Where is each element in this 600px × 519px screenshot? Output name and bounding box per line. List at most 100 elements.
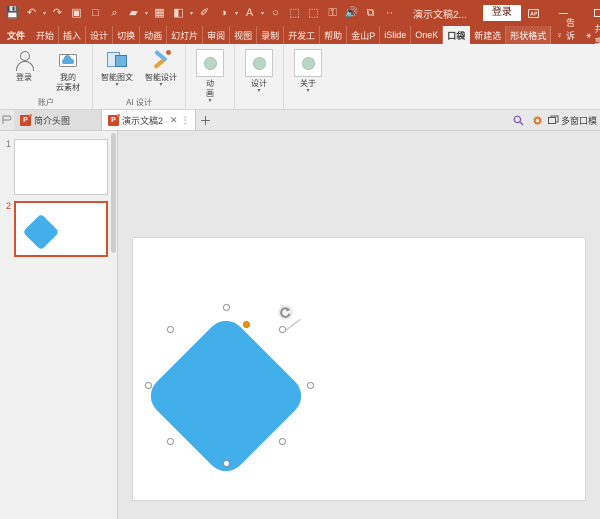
plugin-circle-icon xyxy=(245,49,273,77)
document-tab-1[interactable]: P演示文稿2✕⋮ xyxy=(102,110,196,130)
ribbon-tab-14[interactable]: OneK xyxy=(411,26,443,44)
resize-handle-top[interactable] xyxy=(223,304,230,311)
document-tab-menu-icon[interactable]: ⋮ xyxy=(181,115,189,126)
ribbon-tab-label: 动画 xyxy=(144,29,162,42)
group-icon[interactable]: ⬚ xyxy=(285,2,304,24)
font-color-icon-dropdown[interactable]: ▾ xyxy=(259,2,266,24)
slide-thumbnail[interactable] xyxy=(14,139,108,195)
ribbon-tab-8[interactable]: 视图 xyxy=(230,26,257,44)
resize-handle-bottom-left[interactable] xyxy=(167,438,174,445)
resize-handle-bottom[interactable] xyxy=(223,460,230,467)
ribbon-tab-3[interactable]: 设计 xyxy=(86,26,113,44)
multiwindow-mode-button[interactable]: 多窗口模 xyxy=(548,114,597,127)
align-icon[interactable]: ⬚ xyxy=(304,2,323,24)
ribbon-tab-5[interactable]: 动画 xyxy=(140,26,167,44)
lock-icon[interactable]: ⚿ xyxy=(323,2,342,24)
ribbon-button-ai-design-0[interactable]: 智能图文▾ xyxy=(95,47,139,88)
ribbon-button-dropdown[interactable]: ▾ xyxy=(306,89,309,94)
undo-icon-dropdown[interactable]: ▾ xyxy=(41,2,48,24)
search-icon[interactable] xyxy=(510,115,527,126)
login-button[interactable]: 登录 xyxy=(483,5,521,21)
slide-thumbnail-row-2[interactable]: 2 xyxy=(0,201,117,257)
new-slide-icon[interactable]: □ xyxy=(86,2,105,24)
ribbon-tab-6[interactable]: 幻灯片 xyxy=(167,26,203,44)
resize-handle-top-left[interactable] xyxy=(167,326,174,333)
ribbon-tab-12[interactable]: 金山P xyxy=(347,26,380,44)
font-color-icon[interactable]: A xyxy=(240,2,259,24)
ribbon-tab-7[interactable]: 审阅 xyxy=(203,26,230,44)
open-icon-dropdown[interactable]: ▾ xyxy=(143,2,150,24)
new-document-tab-button[interactable]: ＋ xyxy=(196,110,216,130)
ribbon-button-design-0[interactable]: 设计▾ xyxy=(237,47,281,94)
ribbon-button-dropdown[interactable]: ▾ xyxy=(115,83,118,88)
table-icon[interactable]: ▦ xyxy=(150,2,169,24)
oval-icon-glyph: ○ xyxy=(272,8,279,19)
slide-thumbnail-panel[interactable]: 12 xyxy=(0,131,118,519)
redo-icon[interactable]: ↷ xyxy=(48,2,67,24)
ribbon-button-dropdown[interactable]: ▾ xyxy=(159,83,162,88)
align-icon-glyph: ⬚ xyxy=(308,8,318,19)
ribbon-tab-label: 新建选 xyxy=(474,29,501,42)
document-tab-0[interactable]: P简介头图 xyxy=(14,110,102,130)
resize-handle-bottom-right[interactable] xyxy=(279,438,286,445)
slide-edit-area[interactable] xyxy=(118,131,600,519)
resize-handle-left[interactable] xyxy=(145,382,152,389)
save-icon[interactable]: 💾 xyxy=(3,2,22,24)
ribbon-button-about-0[interactable]: 关于▾ xyxy=(286,47,330,94)
ribbon-button-account-0[interactable]: 登录 xyxy=(2,47,46,83)
ribbon-button-dropdown[interactable]: ▾ xyxy=(257,89,260,94)
thumbnail-scrollbar-thumb[interactable] xyxy=(111,133,116,253)
ribbon-tab-13[interactable]: iSlide xyxy=(380,26,411,44)
ribbon-tab-9[interactable]: 录制 xyxy=(257,26,284,44)
copy-icon[interactable]: ⧉ xyxy=(361,2,380,24)
ribbon-group-items: 关于▾ xyxy=(286,44,330,96)
quick-access-toolbar: 💾↶▾↷▣□⌕▰▾▦◧▾✐◑▾A▾○⬚⬚⚿🔊⧉·· xyxy=(0,0,399,26)
ribbon-button-ai-design-1[interactable]: 智能设计▾ xyxy=(139,47,183,88)
resize-handle-right[interactable] xyxy=(307,382,314,389)
minimize-button[interactable] xyxy=(547,0,581,26)
more-commands-icon[interactable]: ·· xyxy=(380,2,399,24)
start-presentation-icon[interactable]: ▣ xyxy=(67,2,86,24)
ribbon-button-animation-0[interactable]: 动 画▾ xyxy=(188,47,232,104)
shape-adjust-handle[interactable] xyxy=(243,321,250,328)
shape-fill-icon[interactable]: ◧ xyxy=(169,2,188,24)
table-icon-glyph: ▦ xyxy=(154,8,164,19)
print-preview-icon[interactable]: ⌕ xyxy=(105,2,124,24)
powerpoint-file-icon: P xyxy=(108,115,119,126)
sound-icon-glyph: 🔊 xyxy=(345,8,359,19)
pen-icon[interactable]: ✐ xyxy=(195,2,214,24)
share-button[interactable]: ⚹共享 xyxy=(580,26,600,44)
ribbon-tab-10[interactable]: 开发工 xyxy=(284,26,320,44)
settings-gear-icon[interactable] xyxy=(529,115,546,126)
shape-fill-icon-dropdown[interactable]: ▾ xyxy=(188,2,195,24)
ribbon-tab-11[interactable]: 帮助 xyxy=(320,26,347,44)
sound-icon[interactable]: 🔊 xyxy=(342,2,361,24)
account-icon[interactable] xyxy=(521,0,547,26)
ribbon-tab-16[interactable]: 新建选 xyxy=(470,26,506,44)
slide-thumbnail[interactable] xyxy=(14,201,108,257)
ribbon-tab-4[interactable]: 切换 xyxy=(113,26,140,44)
fill-color-icon[interactable]: ◑ xyxy=(214,2,233,24)
ribbon-button-label: 动 画 xyxy=(206,79,214,99)
slide-thumbnail-row-1[interactable]: 1 xyxy=(0,139,117,195)
open-icon[interactable]: ▰ xyxy=(124,2,143,24)
rotate-handle-icon[interactable] xyxy=(278,305,293,320)
fill-color-icon-dropdown[interactable]: ▾ xyxy=(233,2,240,24)
ribbon-tab-label: iSlide xyxy=(384,30,406,40)
rounded-diamond-shape[interactable] xyxy=(143,313,310,480)
title-bar: 💾↶▾↷▣□⌕▰▾▦◧▾✐◑▾A▾○⬚⬚⚿🔊⧉·· 演示文稿2... 登录 xyxy=(0,0,600,26)
tab-strip-menu-icon[interactable] xyxy=(0,110,14,130)
document-tab-close-icon[interactable]: ✕ xyxy=(170,115,178,126)
ribbon-tab-label: 形状格式 xyxy=(510,29,546,42)
ribbon-tab-15[interactable]: 口袋 xyxy=(443,26,470,44)
undo-icon[interactable]: ↶ xyxy=(22,2,41,24)
tell-me-button[interactable]: ♀告诉我 xyxy=(551,26,580,44)
oval-icon[interactable]: ○ xyxy=(266,2,285,24)
ribbon-tab-1[interactable]: 开始 xyxy=(32,26,59,44)
ribbon-tab-2[interactable]: 插入 xyxy=(59,26,86,44)
ribbon-tab-17[interactable]: 形状格式 xyxy=(506,26,551,44)
thumbnail-scrollbar[interactable] xyxy=(111,133,116,517)
ribbon-button-account-1[interactable]: 我的 云素材 xyxy=(46,47,90,93)
pen-icon-glyph: ✐ xyxy=(200,8,209,19)
ribbon-tab-0[interactable]: 文件 xyxy=(0,26,32,44)
